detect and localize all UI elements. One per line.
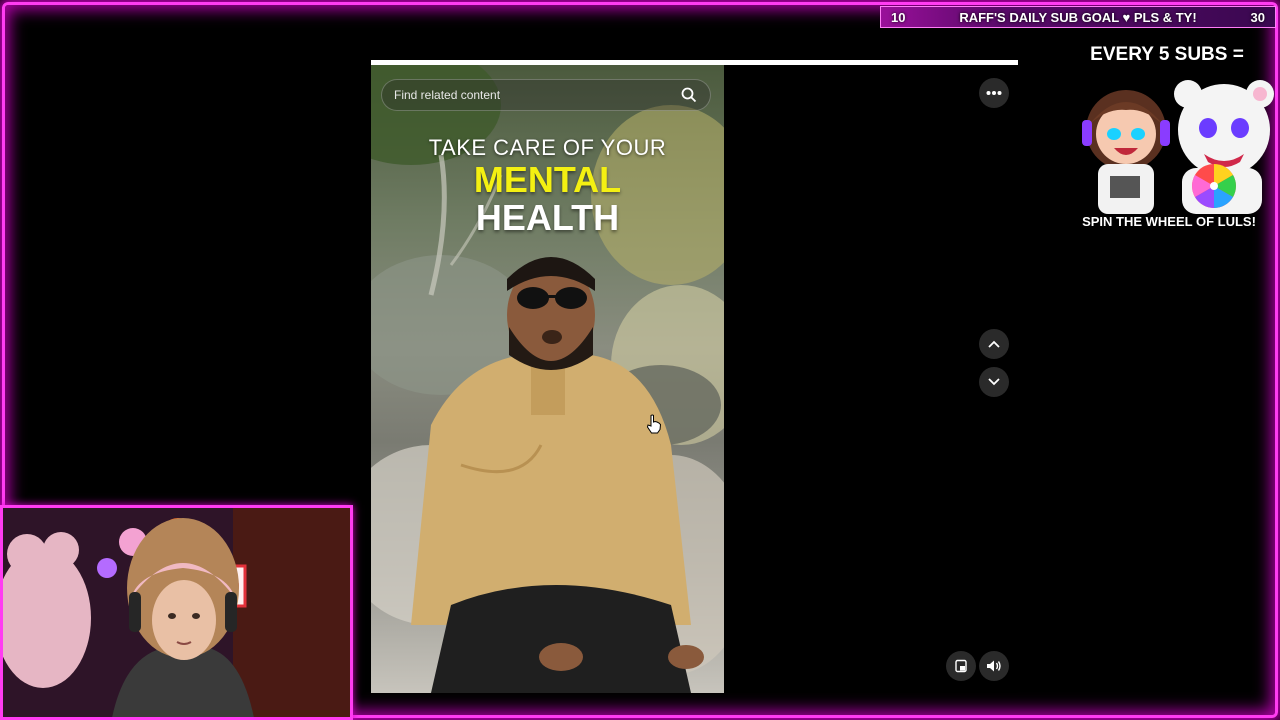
related-content-search-input[interactable] [394,88,680,102]
webcam-overlay [0,505,353,720]
hand-cursor-icon [646,414,662,434]
sub-goal-bar: 10 RAFF'S DAILY SUB GOAL ♥ PLS & TY! 30 [880,6,1276,28]
chevron-down-icon [988,378,1000,386]
volume-icon [987,660,1001,672]
video-caption-line-2: MENTAL [473,159,622,200]
sub-goal-label: RAFF'S DAILY SUB GOAL ♥ PLS & TY! [959,9,1197,25]
sub-goal-current: 10 [891,9,906,25]
previous-video-button[interactable] [979,329,1009,359]
related-content-search[interactable] [381,79,711,111]
wheel-promo-caption: SPIN THE WHEEL OF LULS! [1082,214,1256,229]
webcam-feed [3,508,350,717]
video-caption-line-3: HEALTH [475,197,620,238]
search-icon[interactable] [680,86,698,104]
more-options-button[interactable] [979,78,1009,108]
sub-goal-target: 30 [1250,9,1265,25]
more-options-icon [986,91,1002,95]
volume-button[interactable] [979,651,1009,681]
wheel-promo-title: EVERY 5 SUBS = [1090,44,1244,65]
video-frame[interactable]: TAKE CARE OF YOUR MENTAL HEALTH [371,65,724,693]
video-caption-line-1: TAKE CARE OF YOUR [428,135,667,160]
chevron-up-icon [988,340,1000,348]
miniplayer-button[interactable] [946,651,976,681]
wheel-promo-art [1082,80,1274,214]
next-video-button[interactable] [979,367,1009,397]
miniplayer-icon [955,659,967,673]
